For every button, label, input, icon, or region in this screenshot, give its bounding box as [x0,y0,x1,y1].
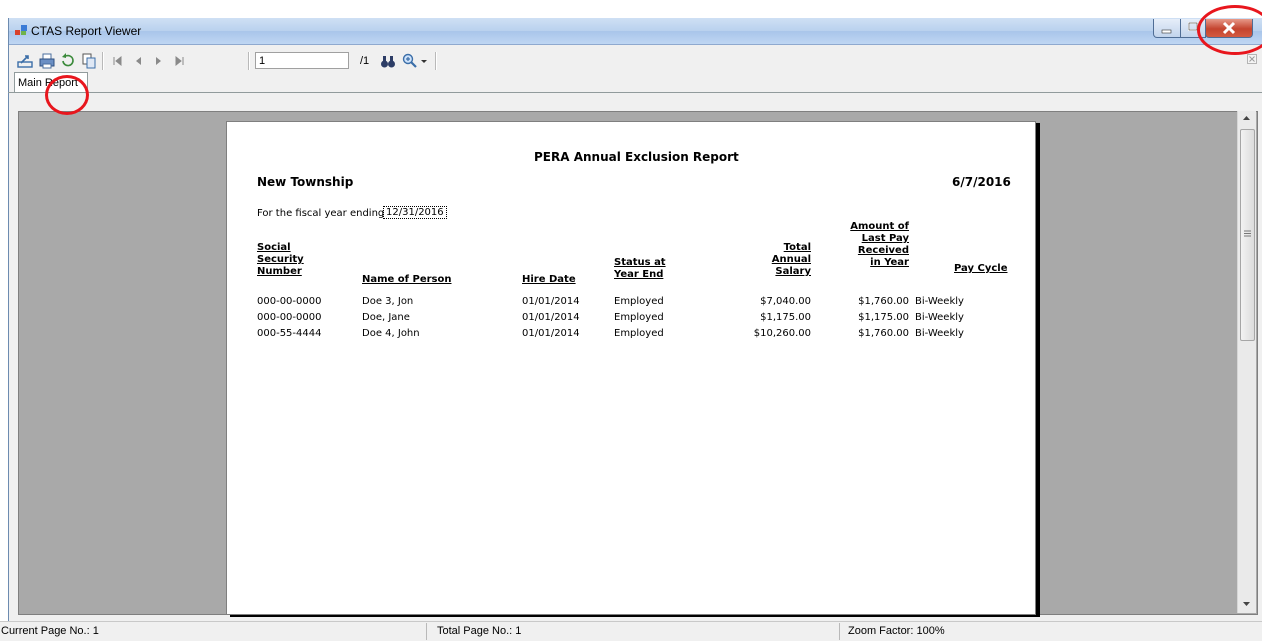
annotation-circle-print [45,75,89,115]
col-header-line: Security [257,254,304,265]
col-header-line: Last Pay [861,233,909,244]
export-icon[interactable] [17,53,33,69]
col-header-line: Number [257,266,302,277]
toolbar: 1 /1 [9,45,1262,75]
report-date: 6/7/2016 [952,175,1011,189]
col-header-salary: Total Annual Salary [767,242,811,278]
col-header-line: Total [783,242,811,253]
table-row: 000-00-0000 Doe, Jane 01/01/2014 Employe… [227,312,1035,328]
copy-icon[interactable] [81,53,97,69]
col-header-line: Received [857,245,909,256]
status-current-page: Current Page No.: 1 [1,625,99,637]
cell-name: Doe 4, John [362,328,420,339]
page-number-input[interactable]: 1 [255,52,349,69]
col-header-line: Amount of [850,221,909,232]
cell-ssn: 000-00-0000 [257,312,322,323]
col-header-lastpay: Amount of Last Pay Received in Year [839,221,909,269]
scroll-up-icon[interactable] [1242,115,1251,121]
cell-status: Employed [614,296,664,307]
cell-name: Doe, Jane [362,312,410,323]
status-total-page: Total Page No.: 1 [437,625,522,637]
grip-icon [1244,230,1251,237]
col-header-line: Annual [771,254,811,265]
cell-hire: 01/01/2014 [522,328,580,339]
cell-ssn: 000-55-4444 [257,328,322,339]
zoom-icon[interactable] [402,53,418,69]
refresh-icon[interactable] [60,53,76,69]
tab-strip-line [8,92,1262,93]
status-separator [839,623,840,640]
cell-status: Employed [614,312,664,323]
col-header-line: Salary [775,266,811,277]
binoculars-icon[interactable] [380,53,396,69]
cell-lastpay: $1,175.00 [858,312,909,323]
cell-cycle: Bi-Weekly [915,296,964,307]
first-page-icon[interactable] [109,53,125,69]
col-header-line: Status at [614,257,666,268]
toolbar-separator [248,52,250,70]
col-header-line: Social [257,242,291,253]
entity-name: New Township [257,175,354,189]
cell-hire: 01/01/2014 [522,312,580,323]
status-zoom: Zoom Factor: 100% [848,625,945,637]
status-bar: Current Page No.: 1 Total Page No.: 1 Zo… [0,621,1262,641]
page-total-label: /1 [360,55,370,67]
last-page-icon[interactable] [172,53,188,69]
cell-cycle: Bi-Weekly [915,328,964,339]
cell-cycle: Bi-Weekly [915,312,964,323]
col-header-hire: Hire Date [522,274,576,285]
fiscal-date: 12/31/2016 [383,206,447,219]
window-title: CTAS Report Viewer [31,24,142,38]
cell-name: Doe 3, Jon [362,296,414,307]
cell-hire: 01/01/2014 [522,296,580,307]
col-header-ssn: Social Security Number [257,242,304,278]
prev-page-icon[interactable] [130,53,146,69]
scroll-thumb[interactable] [1240,129,1255,341]
vertical-scrollbar[interactable] [1237,111,1256,613]
print-icon[interactable] [39,53,55,69]
status-separator [426,623,427,640]
minimize-button[interactable] [1153,19,1181,38]
report-page: PERA Annual Exclusion Report New Townshi… [226,121,1036,615]
report-title: PERA Annual Exclusion Report [534,150,739,164]
table-row: 000-00-0000 Doe 3, Jon 01/01/2014 Employ… [227,296,1035,312]
close-panel-icon[interactable] [1247,54,1257,64]
app-icon [15,25,27,35]
next-page-icon[interactable] [151,53,167,69]
cell-salary: $1,175.00 [760,312,811,323]
col-header-line: in Year [870,257,909,268]
col-header-status: Status at Year End [614,257,666,281]
col-header-line: Year End [614,269,664,280]
cell-status: Employed [614,328,664,339]
col-header-name: Name of Person [362,274,452,285]
cell-salary: $10,260.00 [753,328,811,339]
cell-ssn: 000-00-0000 [257,296,322,307]
cell-salary: $7,040.00 [760,296,811,307]
chevron-down-icon[interactable] [420,59,428,65]
cell-lastpay: $1,760.00 [858,296,909,307]
scroll-down-icon[interactable] [1242,601,1251,607]
fiscal-label: For the fiscal year ending [257,208,385,219]
col-header-cycle: Pay Cycle [954,263,1008,274]
title-bar[interactable]: CTAS Report Viewer [9,18,1262,45]
table-row: 000-55-4444 Doe 4, John 01/01/2014 Emplo… [227,328,1035,344]
toolbar-separator [435,52,437,70]
toolbar-separator [102,52,104,70]
minimize-icon [1161,29,1172,34]
cell-lastpay: $1,760.00 [858,328,909,339]
